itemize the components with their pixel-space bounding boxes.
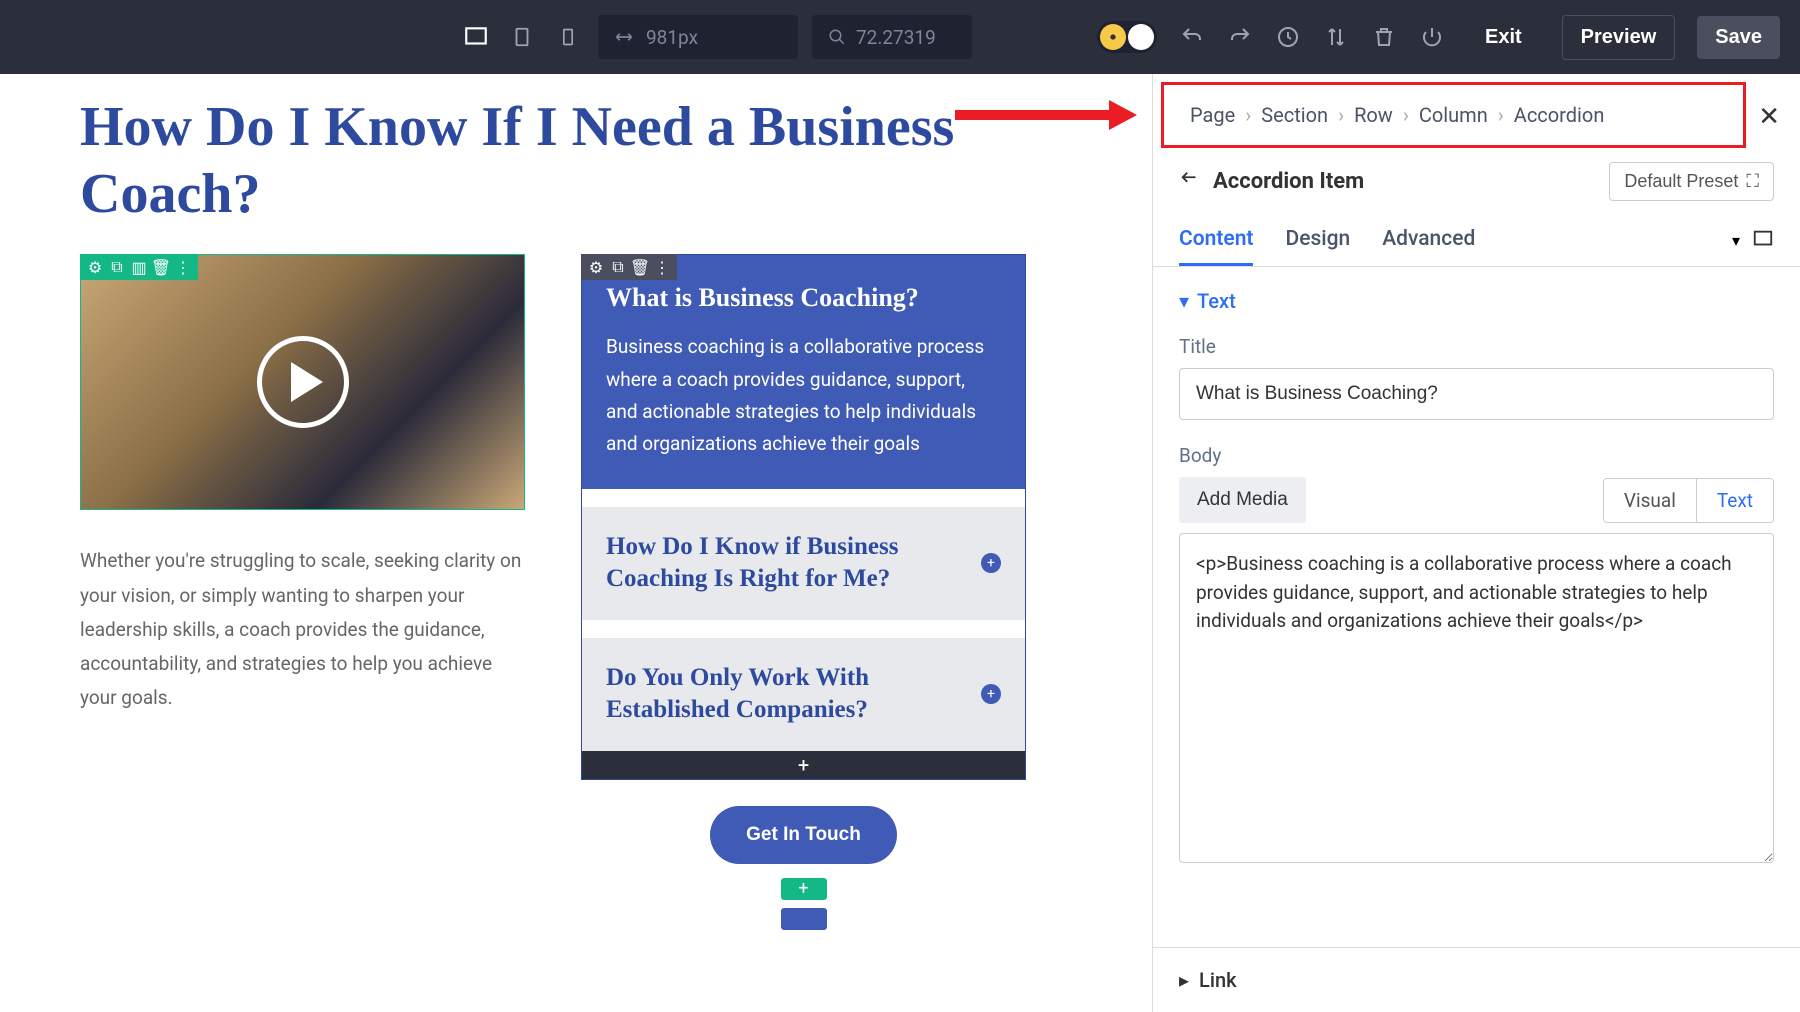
accordion-title: Do You Only Work With Established Compan… bbox=[606, 662, 981, 727]
title-input[interactable] bbox=[1179, 368, 1774, 420]
body-textarea[interactable] bbox=[1179, 533, 1774, 863]
device-icon[interactable] bbox=[1752, 228, 1774, 254]
description-text: Whether you're struggling to scale, seek… bbox=[80, 544, 525, 715]
columns-icon[interactable]: ▥ bbox=[130, 258, 148, 276]
trash-icon[interactable]: 🗑 bbox=[631, 258, 649, 276]
accordion-item-closed[interactable]: How Do I Know if Business Coaching Is Ri… bbox=[582, 507, 1025, 620]
history-icon[interactable] bbox=[1275, 24, 1301, 50]
preset-button[interactable]: Default Preset⛶ bbox=[1609, 162, 1774, 201]
viewport-width-input[interactable]: 981px bbox=[598, 15, 798, 59]
accordion-item-open[interactable]: What is Business Coaching? Business coac… bbox=[582, 255, 1025, 488]
power-icon[interactable] bbox=[1419, 24, 1445, 50]
preview-button[interactable]: Preview bbox=[1562, 15, 1676, 60]
top-toolbar: 981px 72.27319 Exit Preview Save bbox=[0, 0, 1800, 74]
module-toolbar: ⚙ ⧉ ▥ 🗑 ⋮ bbox=[80, 254, 198, 280]
settings-sidebar: Page› Section› Row› Column› Accordion ✕ … bbox=[1152, 74, 1800, 1012]
save-button[interactable]: Save bbox=[1697, 16, 1780, 59]
accordion-item-closed[interactable]: Do You Only Work With Established Compan… bbox=[582, 638, 1025, 751]
zoom-input[interactable]: 72.27319 bbox=[812, 15, 972, 59]
trash-icon[interactable] bbox=[1371, 24, 1397, 50]
gear-icon[interactable]: ⚙ bbox=[86, 258, 104, 276]
device-phone-icon[interactable] bbox=[552, 21, 584, 53]
undo-icon[interactable] bbox=[1179, 24, 1205, 50]
module-toolbar: ⚙ ⧉ 🗑 ⋮ bbox=[581, 254, 677, 280]
exit-button[interactable]: Exit bbox=[1467, 16, 1540, 59]
trash-icon[interactable]: 🗑 bbox=[152, 258, 170, 276]
back-icon[interactable] bbox=[1179, 169, 1201, 195]
chevron-down-icon[interactable]: ▾ bbox=[1732, 231, 1740, 250]
plus-icon[interactable]: + bbox=[981, 684, 1001, 704]
annotation-arrow bbox=[955, 110, 1115, 120]
more-icon[interactable]: ⋮ bbox=[653, 258, 671, 276]
tab-advanced[interactable]: Advanced bbox=[1382, 215, 1475, 266]
video-module[interactable]: ⚙ ⧉ ▥ 🗑 ⋮ bbox=[80, 254, 525, 510]
visual-tab[interactable]: Visual bbox=[1604, 479, 1697, 522]
breadcrumb: Page› Section› Row› Column› Accordion bbox=[1190, 103, 1604, 127]
add-row-button[interactable] bbox=[781, 908, 827, 930]
device-desktop-icon[interactable] bbox=[460, 21, 492, 53]
breadcrumb-item[interactable]: Accordion bbox=[1514, 103, 1605, 127]
breadcrumb-item[interactable]: Column bbox=[1419, 103, 1488, 127]
width-value: 981px bbox=[646, 26, 698, 49]
accordion-body: Business coaching is a collaborative pro… bbox=[606, 331, 1001, 460]
gear-icon[interactable]: ⚙ bbox=[587, 258, 605, 276]
link-section-toggle[interactable]: ▸ Link bbox=[1153, 947, 1800, 1012]
page-title: How Do I Know If I Need a Business Coach… bbox=[80, 94, 1072, 228]
device-tablet-icon[interactable] bbox=[506, 21, 538, 53]
sort-icon[interactable] bbox=[1323, 24, 1349, 50]
cta-button[interactable]: Get In Touch bbox=[710, 806, 897, 864]
breadcrumb-item[interactable]: Page bbox=[1190, 103, 1235, 127]
accordion-module[interactable]: ⚙ ⧉ 🗑 ⋮ What is Business Coaching? Busin… bbox=[581, 254, 1026, 779]
body-label: Body bbox=[1179, 444, 1774, 467]
text-section-toggle[interactable]: ▾ Text bbox=[1179, 289, 1774, 313]
add-media-button[interactable]: Add Media bbox=[1179, 477, 1306, 523]
tab-design[interactable]: Design bbox=[1285, 215, 1350, 266]
breadcrumb-item[interactable]: Row bbox=[1354, 103, 1393, 127]
play-icon[interactable] bbox=[257, 336, 349, 428]
accordion-title: What is Business Coaching? bbox=[606, 283, 1001, 313]
add-item-button[interactable]: + bbox=[582, 751, 1025, 779]
copy-icon[interactable]: ⧉ bbox=[609, 258, 627, 276]
more-icon[interactable]: ⋮ bbox=[174, 258, 192, 276]
moon-icon bbox=[1128, 24, 1154, 50]
add-section-button[interactable]: + bbox=[781, 878, 827, 900]
accordion-title: How Do I Know if Business Coaching Is Ri… bbox=[606, 531, 981, 596]
title-label: Title bbox=[1179, 335, 1774, 358]
video-thumbnail bbox=[81, 255, 524, 509]
plus-icon[interactable]: + bbox=[981, 553, 1001, 573]
sun-icon bbox=[1100, 24, 1126, 50]
close-icon[interactable]: ✕ bbox=[1758, 102, 1780, 132]
theme-toggle[interactable] bbox=[1097, 21, 1157, 53]
zoom-value: 72.27319 bbox=[856, 26, 936, 49]
redo-icon[interactable] bbox=[1227, 24, 1253, 50]
text-tab[interactable]: Text bbox=[1697, 479, 1773, 522]
tab-content[interactable]: Content bbox=[1179, 215, 1253, 266]
breadcrumb-item[interactable]: Section bbox=[1261, 103, 1328, 127]
expand-icon: ⛶ bbox=[1746, 171, 1759, 192]
panel-title: Accordion Item bbox=[1213, 169, 1364, 194]
canvas-area: How Do I Know If I Need a Business Coach… bbox=[0, 74, 1152, 1012]
copy-icon[interactable]: ⧉ bbox=[108, 258, 126, 276]
